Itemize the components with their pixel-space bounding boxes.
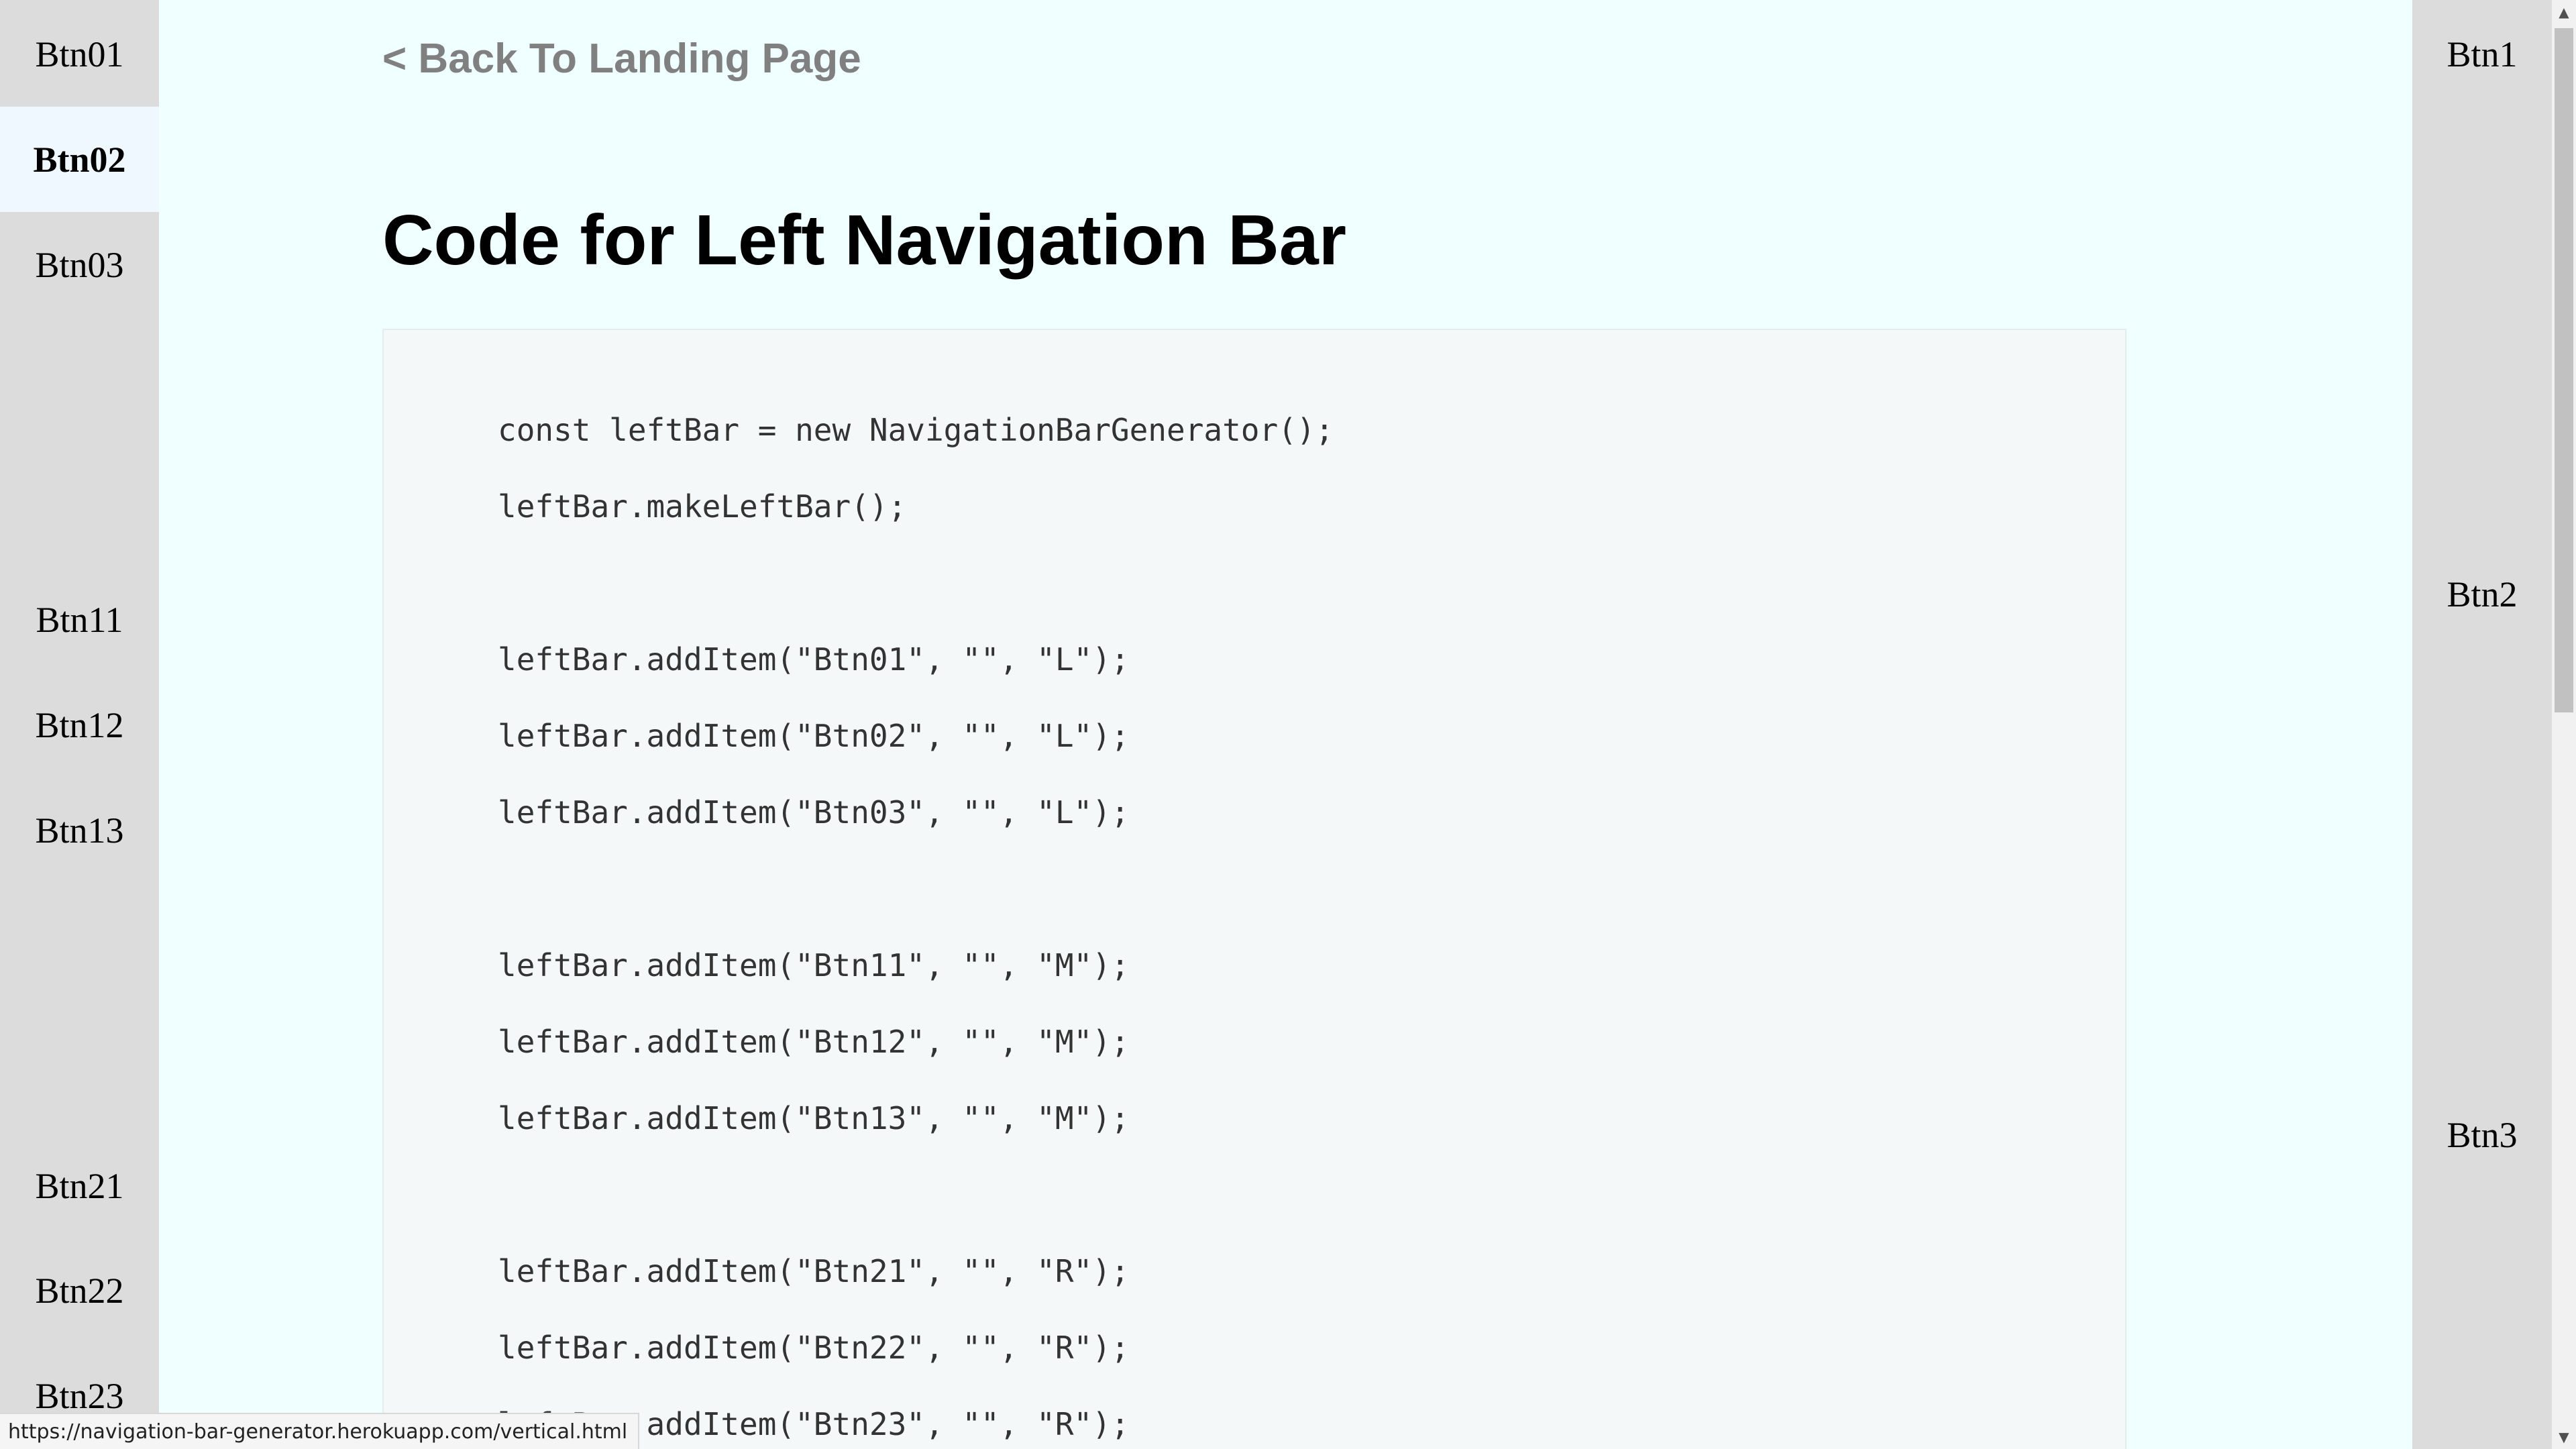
code-line: leftBar.addItem("Btn21", "", "R"); bbox=[498, 1253, 1130, 1289]
vertical-scrollbar[interactable]: ▲ ▼ bbox=[2552, 0, 2576, 1449]
left-nav-btn01[interactable]: Btn01 bbox=[0, 1, 159, 107]
left-nav-btn13[interactable]: Btn13 bbox=[0, 777, 159, 883]
back-to-landing-link[interactable]: < Back To Landing Page bbox=[382, 35, 861, 83]
code-line: leftBar.addItem("Btn01", "", "L"); bbox=[498, 641, 1130, 678]
code-line: leftBar.addItem("Btn02", "", "L"); bbox=[498, 718, 1130, 754]
left-nav-btn11[interactable]: Btn11 bbox=[0, 567, 159, 672]
code-line: const leftBar = new NavigationBarGenerat… bbox=[498, 412, 1334, 448]
left-nav-btn12[interactable]: Btn12 bbox=[0, 672, 159, 777]
code-line: leftBar.addItem("Btn03", "", "L"); bbox=[498, 794, 1130, 830]
code-line: leftBar.makeLeftBar(); bbox=[498, 488, 907, 525]
right-nav-btn3[interactable]: Btn3 bbox=[2412, 1082, 2552, 1187]
left-nav-btn02[interactable]: Btn02 bbox=[0, 107, 159, 212]
code-line: leftBar.addItem("Btn12", "", "M"); bbox=[498, 1024, 1130, 1060]
code-line: leftBar.addItem("Btn22", "", "R"); bbox=[498, 1330, 1130, 1366]
left-nav-btn22[interactable]: Btn22 bbox=[0, 1238, 159, 1343]
page-title: Code for Left Navigation Bar bbox=[382, 201, 1347, 280]
scroll-down-icon[interactable]: ▼ bbox=[2552, 1425, 2576, 1449]
code-block: const leftBar = new NavigationBarGenerat… bbox=[382, 329, 2127, 1449]
code-line: leftBar.addItem("Btn11", "", "M"); bbox=[498, 947, 1130, 983]
scroll-up-icon[interactable]: ▲ bbox=[2552, 0, 2576, 24]
scroll-thumb[interactable] bbox=[2555, 28, 2573, 712]
left-nav-btn21[interactable]: Btn21 bbox=[0, 1133, 159, 1238]
status-bar-url: https://navigation-bar-generator.herokua… bbox=[0, 1413, 640, 1449]
code-line: leftBar.addItem("Btn13", "", "M"); bbox=[498, 1100, 1130, 1136]
right-nav-btn1[interactable]: Btn1 bbox=[2412, 1, 2552, 107]
left-nav-btn03[interactable]: Btn03 bbox=[0, 212, 159, 317]
right-nav-btn2[interactable]: Btn2 bbox=[2412, 541, 2552, 647]
left-navigation-bar: Btn01 Btn02 Btn03 Btn11 Btn12 Btn13 Btn2… bbox=[0, 0, 159, 1449]
right-navigation-bar: Btn1 Btn2 Btn3 bbox=[2412, 0, 2552, 1449]
